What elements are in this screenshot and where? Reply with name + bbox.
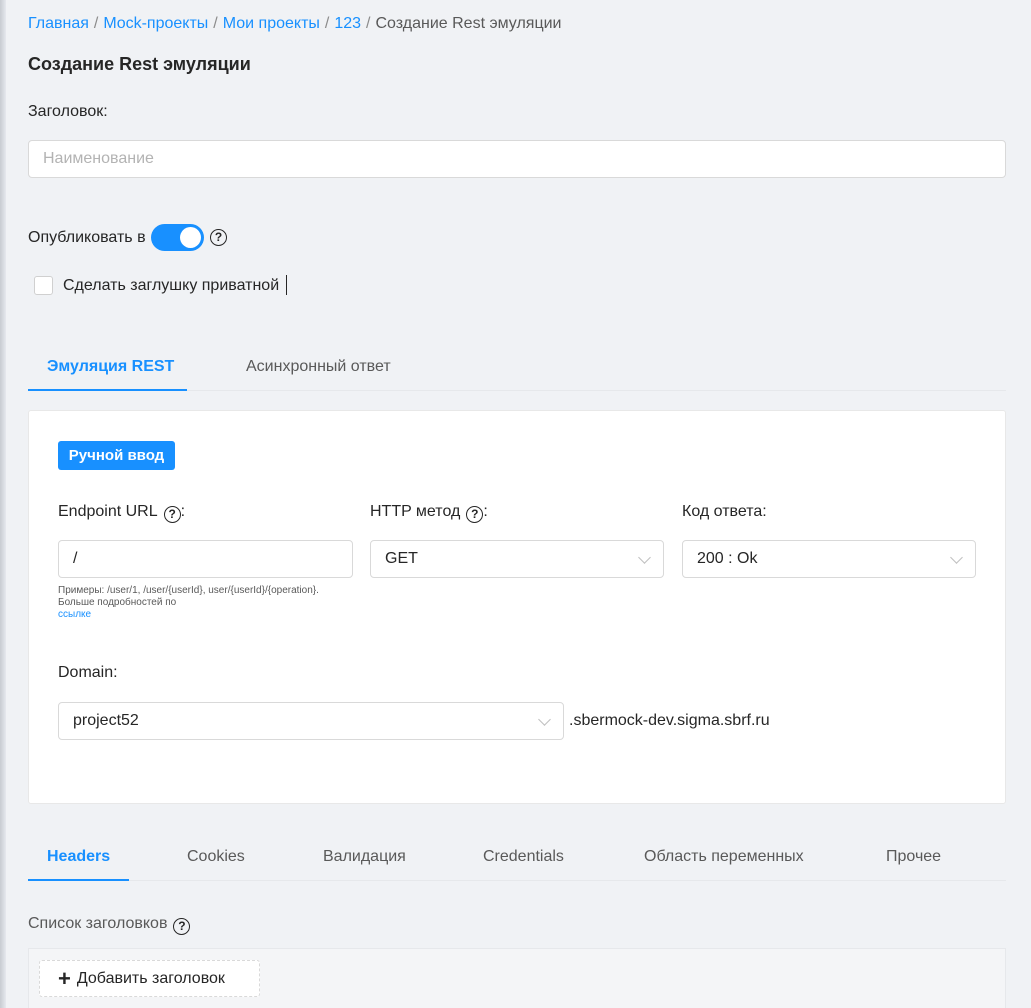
sub-tab-ink (28, 879, 129, 881)
title-input[interactable] (28, 140, 1006, 178)
domain-select[interactable]: project52 (58, 702, 564, 740)
breadcrumb-mock-projects[interactable]: Mock-проекты (103, 15, 208, 32)
domain-suffix: .sbermock-dev.sigma.sbrf.ru (569, 712, 770, 729)
response-code-select[interactable]: 200 : Ok (682, 540, 976, 578)
endpoint-url-label-text: Endpoint URL (58, 503, 158, 520)
sub-tabs-divider (28, 880, 1006, 881)
chevron-down-icon (950, 551, 963, 564)
add-header-label: Добавить заголовок (76, 969, 225, 987)
breadcrumb-home[interactable]: Главная (28, 15, 89, 32)
left-edge-border (0, 0, 6, 1008)
publish-label: Опубликовать в (28, 229, 146, 246)
headers-list-label: Список заголовков? (28, 915, 191, 935)
breadcrumb-my-projects[interactable]: Мои проекты (223, 15, 320, 32)
private-checkbox[interactable] (34, 276, 53, 295)
breadcrumb-separator: / (93, 15, 99, 32)
endpoint-url-label: Endpoint URL?: (58, 503, 185, 523)
breadcrumb-separator: / (366, 15, 371, 32)
chevron-down-icon (638, 551, 651, 564)
http-method-label-text: HTTP метод (370, 503, 461, 520)
help-icon[interactable]: ? (173, 918, 191, 935)
publish-toggle[interactable] (151, 224, 204, 251)
tab-headers[interactable]: Headers (47, 848, 110, 866)
endpoint-hint-link[interactable]: ссылке (58, 609, 91, 620)
page-title: Создание Rest эмуляции (28, 54, 251, 74)
title-label: Заголовок: (28, 103, 108, 120)
tab-credentials[interactable]: Credentials (483, 848, 564, 866)
chevron-down-icon (538, 713, 551, 726)
headers-list-label-text: Список заголовков (28, 915, 168, 932)
breadcrumb-separator: / (213, 15, 218, 32)
main-tab-ink (28, 389, 187, 391)
manual-input-button[interactable]: Ручной ввод (58, 441, 175, 470)
http-method-label: HTTP метод?: (370, 503, 488, 523)
domain-label: Domain: (58, 664, 118, 681)
help-icon[interactable]: ? (163, 506, 181, 523)
endpoint-hint: Примеры: /user/1, /user/{userId}, user/{… (58, 585, 358, 621)
label-colon: : (180, 503, 186, 520)
tab-other[interactable]: Прочее (886, 848, 941, 866)
plus-icon: + (58, 965, 71, 991)
endpoint-url-input[interactable] (58, 540, 353, 578)
breadcrumb-project[interactable]: 123 (334, 15, 361, 32)
http-method-select[interactable]: GET (370, 540, 664, 578)
toggle-knob (180, 227, 201, 248)
breadcrumb: Главная / Mock-проекты / Мои проекты/123/Соз… (28, 15, 561, 33)
add-header-button[interactable]: + Добавить заголовок (39, 960, 260, 997)
help-icon[interactable]: ? (210, 229, 227, 246)
tab-async-response[interactable]: Асинхронный ответ (246, 358, 391, 376)
label-colon: : (483, 503, 488, 520)
response-code-label: Код ответа: (682, 503, 767, 520)
tab-validation[interactable]: Валидация (323, 848, 406, 866)
http-method-value: GET (385, 550, 418, 567)
tab-rest-emulation[interactable]: Эмуляция REST (47, 358, 174, 376)
breadcrumb-current: Создание Rest эмуляции (375, 15, 562, 32)
text-cursor (286, 275, 287, 295)
tab-variables-scope[interactable]: Область переменных (644, 848, 804, 866)
endpoint-hint-text: Примеры: /user/1, /user/{userId}, user/{… (58, 585, 319, 608)
domain-value: project52 (73, 712, 139, 729)
help-icon[interactable]: ? (466, 506, 484, 523)
response-code-value: 200 : Ok (697, 550, 758, 567)
breadcrumb-separator: / (324, 15, 330, 32)
tab-cookies[interactable]: Cookies (187, 848, 245, 866)
private-checkbox-label[interactable]: Сделать заглушку приватной (63, 277, 279, 295)
